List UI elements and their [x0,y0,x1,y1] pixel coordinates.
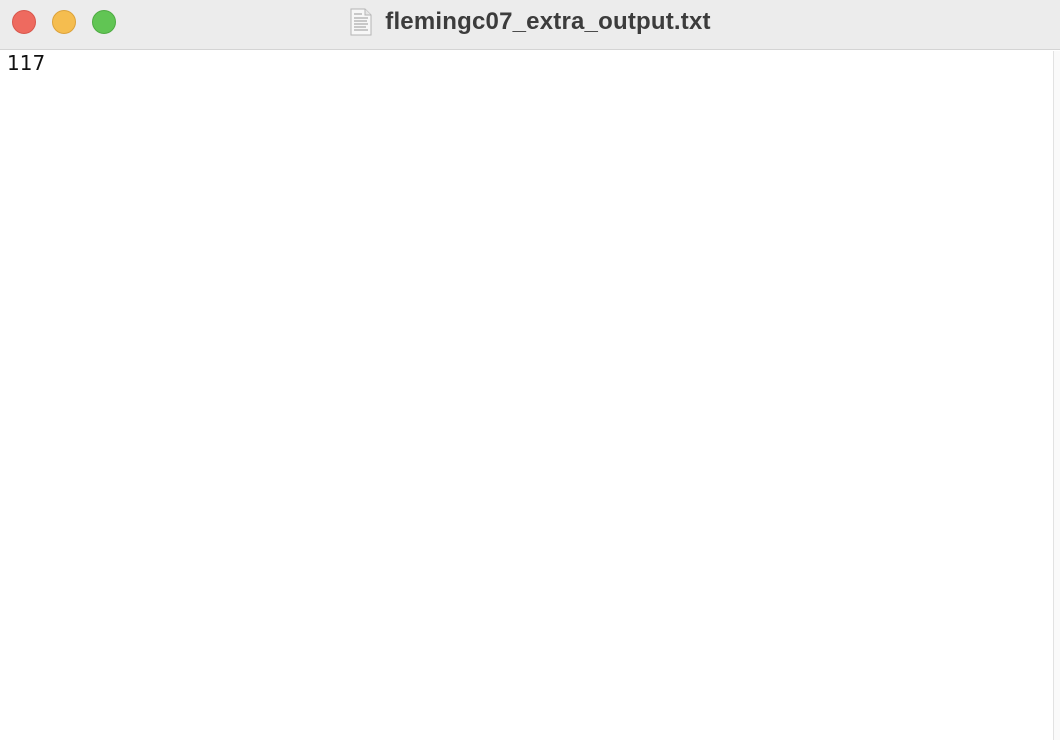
vertical-scrollbar[interactable] [1053,51,1060,740]
window-title: flemingc07_extra_output.txt [385,8,711,35]
text-editor-window: flemingc07_extra_output.txt 117 [0,0,1060,740]
text-document-icon[interactable] [349,8,373,36]
title-bar[interactable]: flemingc07_extra_output.txt [0,0,1060,50]
document-line-1: 117 [7,51,46,75]
document-text-area[interactable]: 117 [0,51,1052,740]
window-title-area: flemingc07_extra_output.txt [0,0,1060,44]
